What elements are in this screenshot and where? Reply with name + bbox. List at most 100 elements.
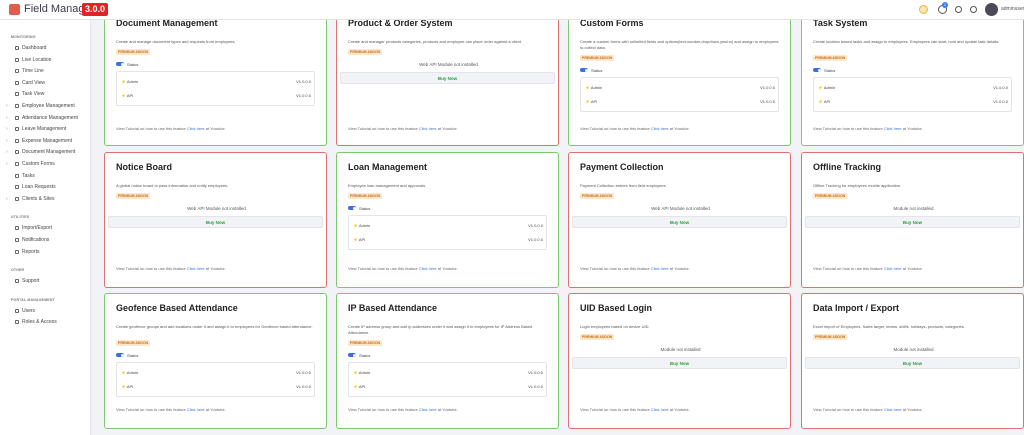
menu-item-icon — [15, 320, 19, 325]
admin-version: V1.0.0.0 — [528, 370, 543, 375]
tutorial-text: View Tutorial on how to use this feature… — [348, 407, 488, 413]
menu-item-icon — [15, 69, 19, 74]
admin-version: V1.0.0.0 — [993, 85, 1008, 90]
addon-card-loan-management: Loan Management Employee loan management … — [336, 152, 559, 288]
sidebar-item-live-location[interactable]: Live Location — [0, 55, 91, 65]
sidebar-item-custom-forms[interactable]: › Custom Forms — [0, 159, 91, 169]
premium-addon-badge: PREMIUM ADDON — [580, 193, 615, 199]
sidebar-item-label: Reports — [22, 248, 40, 255]
sidebar-item-label: Card View — [22, 79, 45, 86]
buy-now-button[interactable]: Buy Now — [805, 357, 1020, 369]
tutorial-link[interactable]: Click here — [419, 266, 437, 271]
tutorial-suffix: at Youtube. — [205, 126, 226, 131]
buy-now-button[interactable]: Buy Now — [340, 72, 555, 84]
status-toggle[interactable] — [348, 353, 356, 357]
sidebar-item-tasks[interactable]: Tasks — [0, 171, 91, 181]
tutorial-text: View Tutorial on how to use this feature… — [116, 266, 256, 272]
status-toggle[interactable] — [116, 353, 124, 357]
tutorial-link[interactable]: Click here — [187, 126, 205, 131]
api-label-text: API — [823, 99, 831, 104]
card-title: Document Management — [116, 20, 218, 28]
menu-item-icon — [15, 162, 19, 166]
card-description: Create a custom forms with unlimited fie… — [580, 39, 779, 50]
sidebar-item-label: Attendance Management — [22, 114, 78, 121]
premium-addon-badge: PREMIUM ADDON — [813, 193, 848, 199]
tutorial-link[interactable]: Click here — [651, 266, 669, 271]
tutorial-prefix: View Tutorial on how to use this feature — [580, 266, 650, 271]
tutorial-link[interactable]: Click here — [419, 407, 437, 412]
sidebar-item-task-view[interactable]: Task View — [0, 89, 91, 99]
sidebar-item-card-view[interactable]: Card View — [0, 78, 91, 88]
menu-item-icon — [15, 249, 19, 254]
sidebar-item-label: Live Location — [22, 56, 52, 63]
card-title: Data Import / Export — [813, 303, 900, 313]
tutorial-text: View Tutorial on how to use this feature… — [348, 126, 488, 132]
status-toggle[interactable] — [116, 62, 124, 66]
menu-item-icon — [15, 308, 19, 313]
buy-now-button[interactable]: Buy Now — [572, 357, 787, 369]
sidebar-item-attendance-management[interactable]: › Attendance Management — [0, 113, 91, 123]
help-icon[interactable] — [970, 6, 977, 13]
status-toggle[interactable] — [813, 68, 821, 72]
tutorial-link[interactable]: Click here — [651, 126, 669, 131]
api-version: V1.0.0.0 — [993, 99, 1008, 104]
sidebar-item-users[interactable]: Users — [0, 306, 91, 316]
menu-item-icon — [15, 238, 19, 242]
tutorial-link[interactable]: Click here — [651, 407, 669, 412]
tutorial-link[interactable]: Click here — [187, 407, 205, 412]
card-title: UID Based Login — [580, 303, 653, 313]
status-toggle[interactable] — [580, 68, 588, 72]
tutorial-prefix: View Tutorial on how to use this feature — [116, 266, 186, 271]
tutorial-link[interactable]: Click here — [884, 407, 902, 412]
sidebar-item-label: Tasks — [22, 172, 35, 179]
settings-gear-icon[interactable] — [955, 6, 962, 13]
addon-card-custom-forms: Custom Forms Create a custom forms with u… — [568, 20, 791, 146]
theme-toggle-icon[interactable] — [919, 5, 928, 14]
sidebar-item-notifications[interactable]: Notifications — [0, 235, 91, 245]
tutorial-text: View Tutorial on how to use this feature… — [580, 266, 720, 272]
sidebar-section-title: UTILITIES — [11, 215, 30, 220]
status-toggle[interactable] — [348, 206, 356, 210]
admin-label: ⚡ Admin — [818, 85, 836, 90]
api-label-text: API — [126, 384, 134, 389]
sidebar-item-leave-management[interactable]: › Leave Management — [0, 124, 91, 134]
sidebar-item-dashboard[interactable]: Dashboard — [0, 43, 91, 53]
menu-item-icon — [15, 115, 19, 120]
sidebar-item-document-management[interactable]: › Document Management — [0, 147, 91, 157]
sidebar-item-expense-management[interactable]: › Expense Management — [0, 136, 91, 146]
user-name[interactable]: adminuser — [1001, 6, 1024, 12]
addon-card-ip-based-attendance: IP Based Attendance Create IP address gro… — [336, 293, 559, 429]
sidebar-item-loan-requests[interactable]: Loan Requests — [0, 182, 91, 192]
buy-now-button[interactable]: Buy Now — [108, 216, 323, 228]
version-badge: 3.0.0 — [82, 3, 109, 16]
sidebar-item-label: Clients & Sites — [22, 195, 55, 202]
tutorial-link[interactable]: Click here — [884, 266, 902, 271]
menu-item-icon — [15, 173, 19, 178]
card-title: Payment Collection — [580, 162, 664, 172]
module-status-notice: Module not installed — [660, 347, 701, 352]
sidebar-item-label: Document Management — [22, 149, 76, 156]
sidebar-item-employee-management[interactable]: › Employee Management — [0, 101, 91, 111]
buy-now-button[interactable]: Buy Now — [805, 216, 1020, 228]
admin-label-text: Admin — [823, 85, 836, 90]
api-label: ⚡ API — [585, 99, 598, 104]
admin-label-text: Admin — [358, 223, 371, 228]
menu-item-icon — [15, 92, 19, 97]
buy-now-button[interactable]: Buy Now — [572, 216, 787, 228]
chevron-right-icon: › — [6, 103, 8, 109]
tutorial-link[interactable]: Click here — [187, 266, 205, 271]
sidebar-item-roles-and-access[interactable]: Roles & Access — [0, 317, 91, 327]
user-avatar[interactable] — [985, 3, 998, 16]
sidebar-item-reports[interactable]: Reports — [0, 247, 91, 257]
tutorial-link[interactable]: Click here — [884, 126, 902, 131]
api-label: ⚡ API — [818, 99, 831, 104]
menu-item-icon — [15, 150, 19, 155]
addon-card-document-management: Document Management Create and manage doc… — [104, 20, 327, 146]
sidebar-item-time-line[interactable]: Time Line — [0, 66, 91, 76]
card-description: Payment Collection entries from field em… — [580, 183, 667, 188]
sidebar-item-clients-and-sites[interactable]: › Clients & Sites — [0, 194, 91, 204]
tutorial-link[interactable]: Click here — [419, 126, 437, 131]
sidebar-item-support[interactable]: Support — [0, 276, 91, 286]
sidebar-item-import-export[interactable]: Import/Export — [0, 223, 91, 233]
status-label: Status — [824, 68, 836, 73]
